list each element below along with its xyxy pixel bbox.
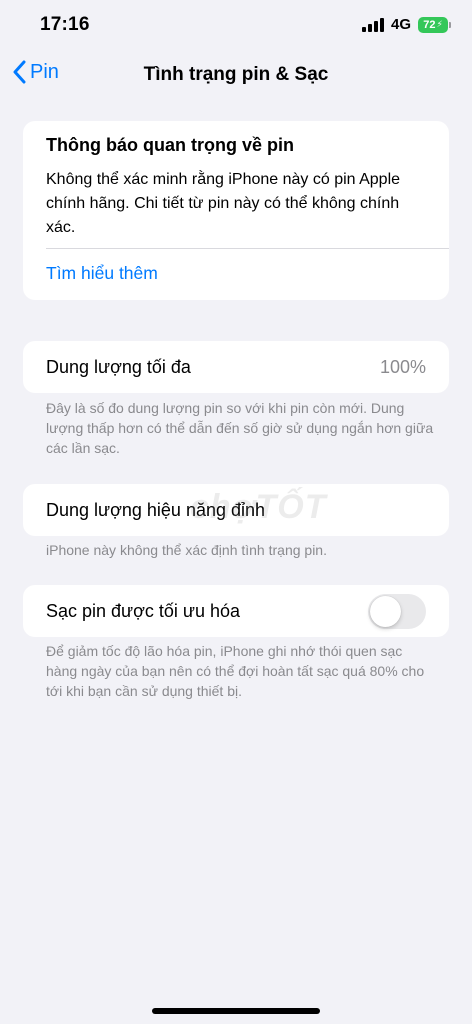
divider (46, 248, 449, 249)
status-time: 17:16 (40, 14, 90, 35)
notice-title: Thông báo quan trọng về pin (46, 135, 294, 155)
nav-bar: Pin Tình trạng pin & Sạc (0, 52, 472, 98)
max-capacity-label: Dung lượng tối đa (46, 356, 191, 377)
optimized-charging-row: Sạc pin được tối ưu hóa (23, 585, 449, 637)
home-indicator[interactable] (152, 1008, 320, 1014)
optimized-charging-label: Sạc pin được tối ưu hóa (46, 600, 241, 621)
watermark: chợTỐT (190, 488, 327, 526)
bolt-icon: ⚡ (436, 19, 443, 29)
battery-percent-value: 72 (423, 18, 436, 31)
status-bar: 17:16 4G 72 ⚡ (0, 0, 472, 50)
max-capacity-footnote: Đây là số đo dung lượng pin so với khi p… (46, 400, 434, 456)
peak-performance-footnote: iPhone này không thể xác định tình trạng… (46, 542, 327, 558)
max-capacity-row: Dung lượng tối đa 100% (23, 341, 449, 393)
optimized-charging-footnote: Để giảm tốc độ lão hóa pin, iPhone ghi n… (46, 643, 425, 699)
battery-percent: 72 ⚡ (423, 19, 443, 31)
learn-more-link[interactable]: Tìm hiểu thêm (46, 263, 158, 284)
screen: 17:16 4G 72 ⚡ Pin Tình trạng pin & Sạc Th… (0, 0, 472, 1024)
max-capacity-value: 100% (379, 356, 426, 377)
notice-body: Không thể xác minh rằng iPhone này có pi… (46, 171, 401, 236)
network-label: 4G (390, 16, 411, 33)
toggle-knob (370, 595, 401, 627)
signal-icon (361, 17, 384, 32)
optimized-charging-toggle[interactable] (368, 593, 426, 629)
battery-icon: 72 ⚡ (418, 16, 451, 33)
status-indicators: 4G 72 ⚡ (361, 16, 451, 33)
battery-notice-card: Thông báo quan trọng về pin Không thể xá… (23, 121, 449, 300)
page-title: Tình trạng pin & Sạc (143, 64, 329, 85)
